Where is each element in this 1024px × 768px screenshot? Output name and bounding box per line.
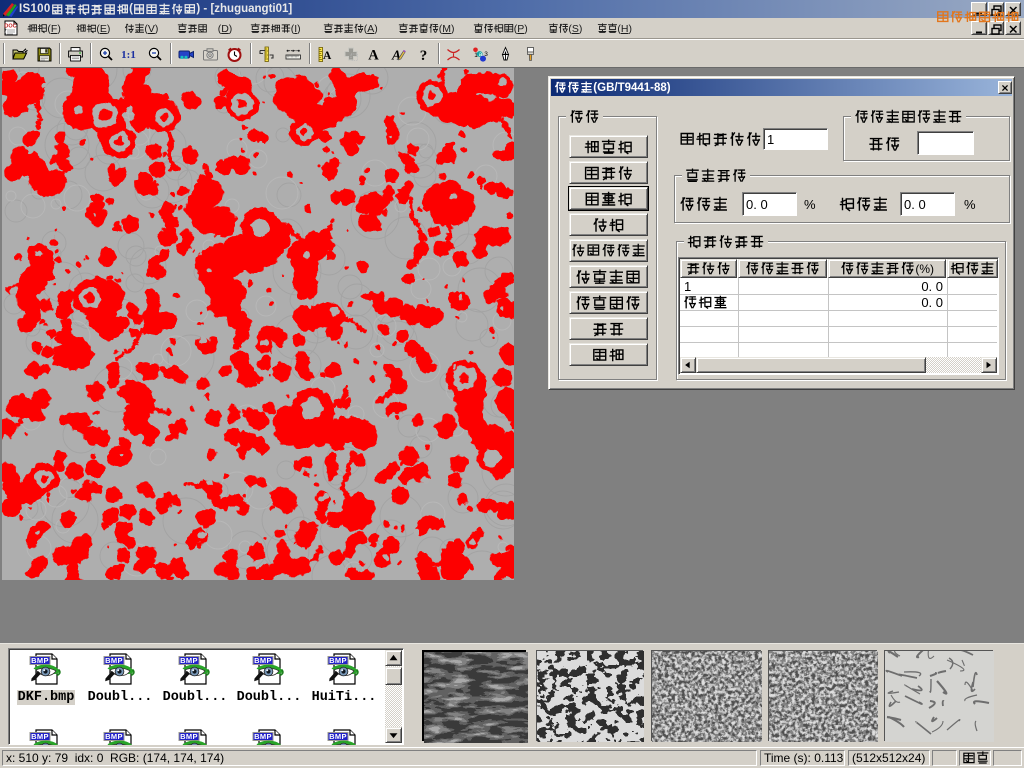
svg-text:DOC: DOC xyxy=(4,24,16,30)
svg-text:A: A xyxy=(368,47,379,63)
svg-text:BMP: BMP xyxy=(254,656,272,665)
svg-text:BMP: BMP xyxy=(31,656,49,665)
svg-text:BMP: BMP xyxy=(329,732,347,741)
svg-text:BMP: BMP xyxy=(180,656,198,665)
svg-text:BMP: BMP xyxy=(329,656,347,665)
svg-text:BMP: BMP xyxy=(31,732,49,741)
svg-text:BMP: BMP xyxy=(254,732,272,741)
svg-text:BMP: BMP xyxy=(180,732,198,741)
svg-text:?: ? xyxy=(419,47,427,62)
svg-text:BMP: BMP xyxy=(105,732,123,741)
svg-text:BMP: BMP xyxy=(105,656,123,665)
svg-text:3: 3 xyxy=(484,51,488,58)
svg-text:A: A xyxy=(390,47,400,62)
svg-text:1:1: 1:1 xyxy=(121,49,136,61)
svg-text:A: A xyxy=(323,50,332,62)
svg-text:1: 1 xyxy=(474,51,478,58)
svg-text:a: a xyxy=(478,50,482,57)
